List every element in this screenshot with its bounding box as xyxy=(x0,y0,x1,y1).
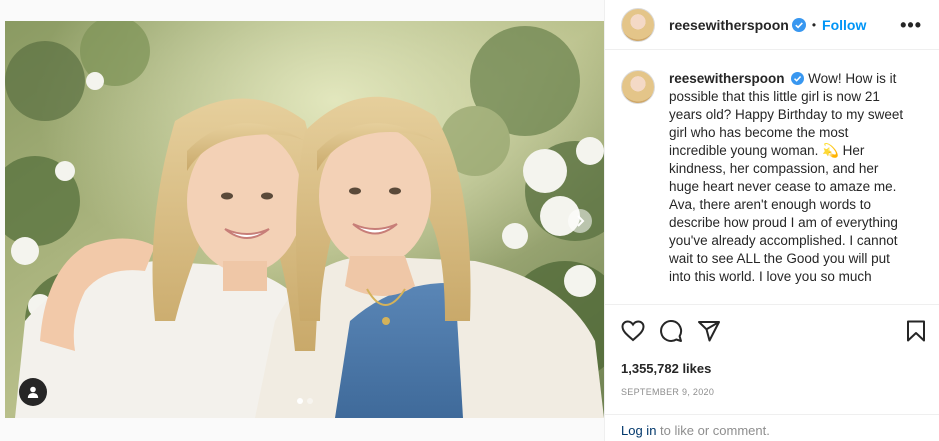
caption-text: Wow! How is it possible that this little… xyxy=(669,71,904,284)
username-link[interactable]: reesewitherspoon xyxy=(669,17,789,33)
header-separator: • xyxy=(811,17,817,32)
post-date[interactable]: SEPTEMBER 9, 2020 xyxy=(621,387,926,397)
carousel-next-button[interactable] xyxy=(568,209,592,233)
post-details-panel: reesewitherspoon • Follow ••• reesewithe… xyxy=(604,0,939,441)
login-bar: Log in to like or comment. xyxy=(605,414,939,441)
more-options-button[interactable]: ••• xyxy=(900,16,922,34)
caption: reesewitherspoon Wow! How is it possible… xyxy=(669,70,905,286)
avatar[interactable] xyxy=(621,7,655,42)
post-header: reesewitherspoon • Follow ••• xyxy=(605,0,939,50)
verified-badge-icon xyxy=(791,72,805,85)
photo-illustration xyxy=(5,21,604,418)
tagged-users-button[interactable] xyxy=(19,378,47,406)
action-icons xyxy=(621,317,926,345)
caption-avatar[interactable] xyxy=(621,70,655,104)
verified-badge-icon xyxy=(791,17,806,32)
caption-row: reesewitherspoon Wow! How is it possible… xyxy=(621,70,922,286)
comment-icon xyxy=(660,320,683,342)
comment-button[interactable] xyxy=(659,319,683,343)
login-prompt-text: to like or comment. xyxy=(656,423,770,438)
user-tag-icon xyxy=(27,386,39,398)
chevron-right-icon xyxy=(577,215,585,227)
like-button[interactable] xyxy=(621,320,645,342)
save-button[interactable] xyxy=(906,320,926,342)
carousel-indicator xyxy=(296,398,313,404)
likes-count[interactable]: 1,355,782 likes xyxy=(621,361,926,376)
caption-area: reesewitherspoon Wow! How is it possible… xyxy=(605,56,939,302)
post-actions: 1,355,782 likes SEPTEMBER 9, 2020 xyxy=(605,304,939,397)
carousel-dot xyxy=(306,398,313,404)
share-button[interactable] xyxy=(697,320,721,342)
caption-username[interactable]: reesewitherspoon xyxy=(669,71,785,86)
bookmark-icon xyxy=(907,320,925,342)
carousel-dot-active xyxy=(296,398,303,404)
heart-icon xyxy=(621,320,645,342)
login-link[interactable]: Log in xyxy=(621,423,656,438)
follow-button[interactable]: Follow xyxy=(822,17,866,33)
paper-plane-icon xyxy=(698,321,720,342)
post-photo[interactable] xyxy=(5,21,604,418)
